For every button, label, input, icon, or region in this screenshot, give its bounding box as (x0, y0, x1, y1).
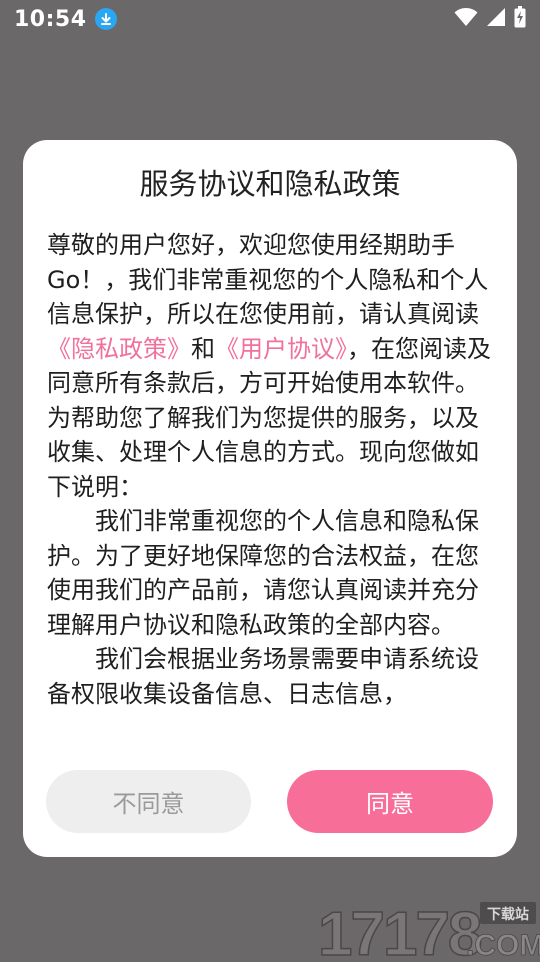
privacy-dialog: 服务协议和隐私政策 尊敬的用户您好，欢迎您使用经期助手Go！，我们非常重视您的个… (23, 140, 517, 857)
status-icons (454, 6, 526, 32)
battery-charging-icon (514, 6, 526, 32)
agreement-text[interactable]: 尊敬的用户您好，欢迎您使用经期助手Go！，我们非常重视您的个人隐私和个人信息保护… (47, 228, 497, 744)
privacy-policy-link[interactable]: 《隐私政策》 (47, 335, 191, 363)
agree-button[interactable]: 同意 (287, 770, 493, 833)
svg-text:17178: 17178 (318, 900, 481, 958)
cellular-signal-icon (486, 7, 506, 31)
status-bar: 10:54 (0, 0, 540, 38)
status-time: 10:54 (14, 6, 87, 32)
permission-paragraph: 我们会根据业务场景需要申请系统设备权限收集设备信息、日志信息， (47, 645, 479, 708)
disagree-button[interactable]: 不同意 (46, 770, 251, 833)
svg-text:下载站: 下载站 (487, 906, 529, 923)
download-icon (94, 8, 117, 30)
privacy-commitment-paragraph: 我们非常重视您的个人信息和隐私保护。为了更好地保障您的合法权益，在您使用我们的产… (47, 507, 479, 639)
wifi-icon (454, 7, 478, 31)
watermark-logo: 17178 下载站 .COM (316, 898, 540, 962)
svg-text:.COM: .COM (466, 929, 540, 958)
intro-and-text: 和 (191, 334, 215, 363)
intro-paragraph: 尊敬的用户您好，欢迎您使用经期助手Go！，我们非常重视您的个人隐私和个人信息保护… (47, 228, 497, 401)
dialog-title: 服务协议和隐私政策 (139, 167, 401, 201)
explanation-paragraph: 为帮助您了解我们为您提供的服务，以及收集、处理个人信息的方式。现向您做如下说明： (47, 403, 479, 501)
intro-text-before: 尊敬的用户您好，欢迎您使用经期助手Go！，我们非常重视您的个人隐私和个人信息保护… (47, 231, 489, 328)
user-agreement-link[interactable]: 《用户协议》 (215, 335, 347, 363)
